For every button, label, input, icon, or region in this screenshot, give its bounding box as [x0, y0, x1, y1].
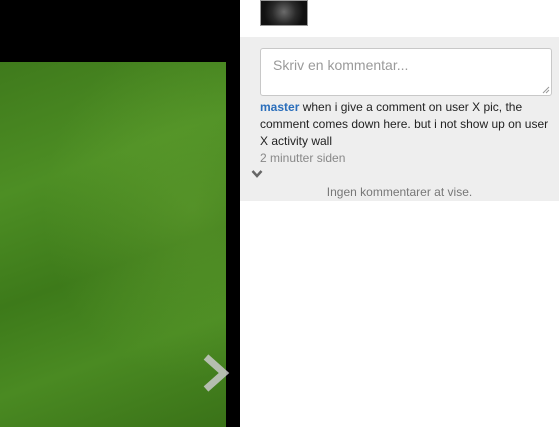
comment-text: when i give a comment on user X pic, the… [260, 100, 549, 148]
comments-sidebar: master when i give a comment on user X p… [240, 0, 559, 427]
comment-input[interactable] [260, 48, 552, 96]
photo-viewer [0, 0, 240, 427]
photo-image[interactable] [0, 62, 226, 427]
comment-panel: master when i give a comment on user X p… [240, 37, 559, 201]
chevron-down-icon[interactable] [251, 169, 263, 179]
empty-comments-message: Ingen kommentarer at vise. [326, 185, 473, 199]
avatar[interactable] [260, 0, 308, 26]
comment-author-link[interactable]: master [260, 100, 299, 114]
resize-grip-icon[interactable] [542, 86, 550, 94]
comment-item: master when i give a comment on user X p… [260, 99, 550, 167]
next-photo-icon[interactable] [200, 352, 230, 394]
comment-timestamp: 2 minutter siden [260, 151, 346, 165]
